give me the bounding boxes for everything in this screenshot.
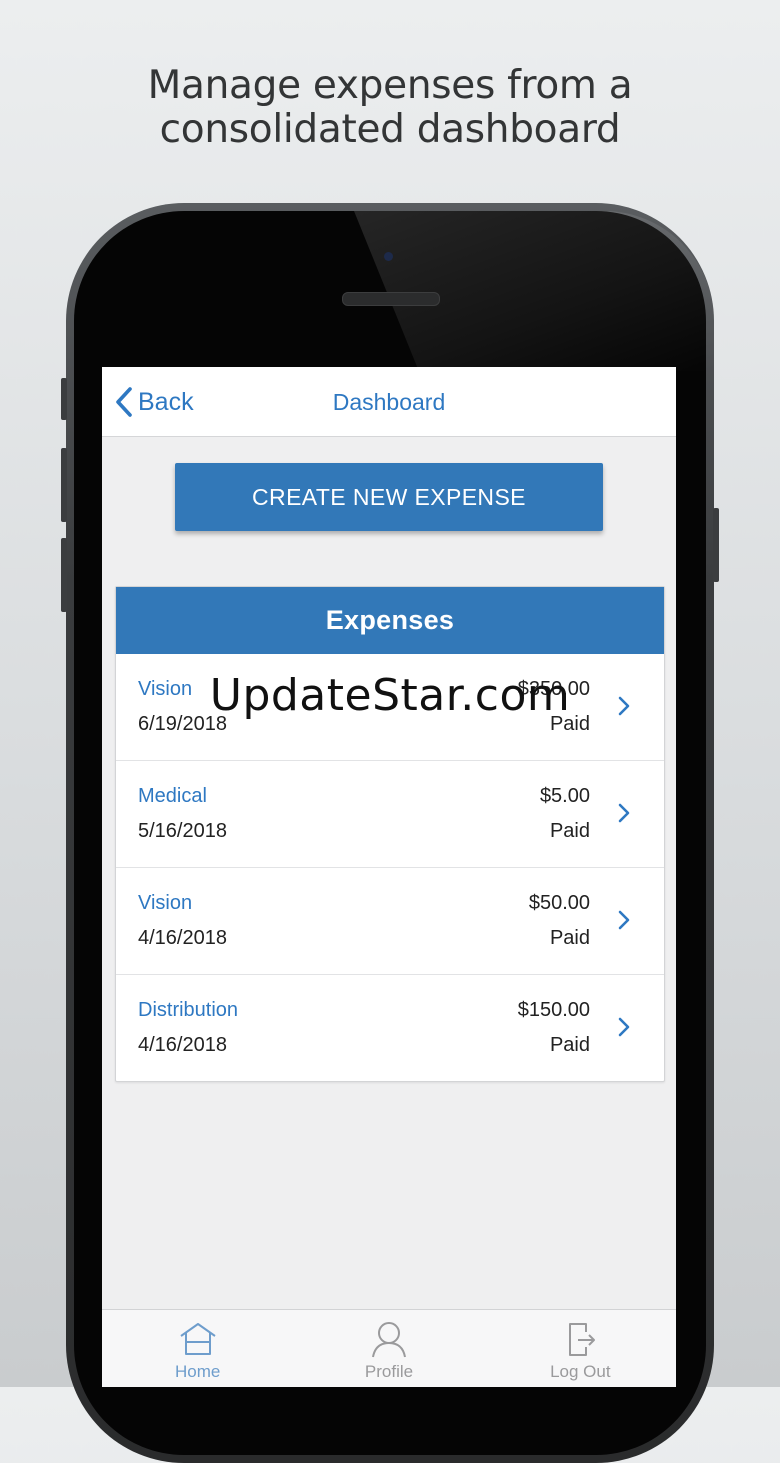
tab-home-label: Home xyxy=(174,1362,221,1381)
tab-logout[interactable]: Log Out xyxy=(485,1310,676,1387)
page-title: Dashboard xyxy=(332,389,446,415)
expense-status: Paid xyxy=(549,1034,590,1056)
expense-status: Paid xyxy=(549,713,590,735)
tab-logout-label: Log Out xyxy=(550,1362,611,1381)
expense-category: Vision xyxy=(138,892,193,914)
expense-row[interactable]: Vision 6/19/2018 $350.00 Paid xyxy=(116,654,664,761)
expense-status: Paid xyxy=(549,820,590,842)
chevron-right-icon xyxy=(618,1017,630,1037)
expense-date: 5/16/2018 xyxy=(138,820,227,842)
front-camera xyxy=(384,252,393,261)
earpiece-speaker xyxy=(342,292,440,306)
app-screen: Back Dashboard CREATE NEW EXPENSE Expens… xyxy=(102,367,676,1387)
expense-category: Medical xyxy=(138,785,207,807)
phone-mute-switch xyxy=(61,378,67,420)
create-new-expense-button[interactable]: CREATE NEW EXPENSE xyxy=(175,463,603,531)
expenses-header: Expenses xyxy=(116,587,664,654)
expense-row[interactable]: Medical 5/16/2018 $5.00 Paid xyxy=(116,761,664,868)
tab-profile-label: Profile xyxy=(364,1362,414,1381)
expense-amount: $150.00 xyxy=(517,999,590,1021)
tab-bar: Home Profile Log Out xyxy=(102,1309,676,1387)
expense-row[interactable]: Distribution 4/16/2018 $150.00 Paid xyxy=(116,975,664,1081)
expense-row[interactable]: Vision 4/16/2018 $50.00 Paid xyxy=(116,868,664,975)
expenses-card: Expenses Vision 6/19/2018 $350.00 Paid M… xyxy=(115,586,665,1082)
phone-glass-reflection xyxy=(354,211,714,371)
logout-icon xyxy=(569,1323,596,1356)
expense-amount: $5.00 xyxy=(539,785,590,807)
tab-profile[interactable]: Profile xyxy=(293,1310,484,1387)
profile-icon xyxy=(372,1322,406,1358)
navigation-bar: Back Dashboard xyxy=(102,367,676,437)
phone-power-button xyxy=(713,508,719,582)
expense-date: 4/16/2018 xyxy=(138,1034,227,1056)
expense-status: Paid xyxy=(549,927,590,949)
chevron-right-icon xyxy=(618,910,630,930)
expense-category: Vision xyxy=(138,678,193,700)
phone-volume-down-button xyxy=(61,538,67,612)
tab-home[interactable]: Home xyxy=(102,1310,293,1387)
chevron-right-icon xyxy=(618,696,630,716)
expense-amount: $350.00 xyxy=(517,678,590,700)
chevron-right-icon xyxy=(618,803,630,823)
expense-date: 6/19/2018 xyxy=(138,713,227,735)
phone-volume-up-button xyxy=(61,448,67,522)
home-icon xyxy=(180,1323,216,1355)
expense-category: Distribution xyxy=(138,999,239,1021)
promo-headline: Manage expenses from a consolidated dash… xyxy=(0,64,780,152)
promo-headline-line-1: Manage expenses from a xyxy=(147,63,633,108)
expense-date: 4/16/2018 xyxy=(138,927,227,949)
promo-headline-line-2: consolidated dashboard xyxy=(159,107,621,152)
expense-amount: $50.00 xyxy=(528,892,590,914)
